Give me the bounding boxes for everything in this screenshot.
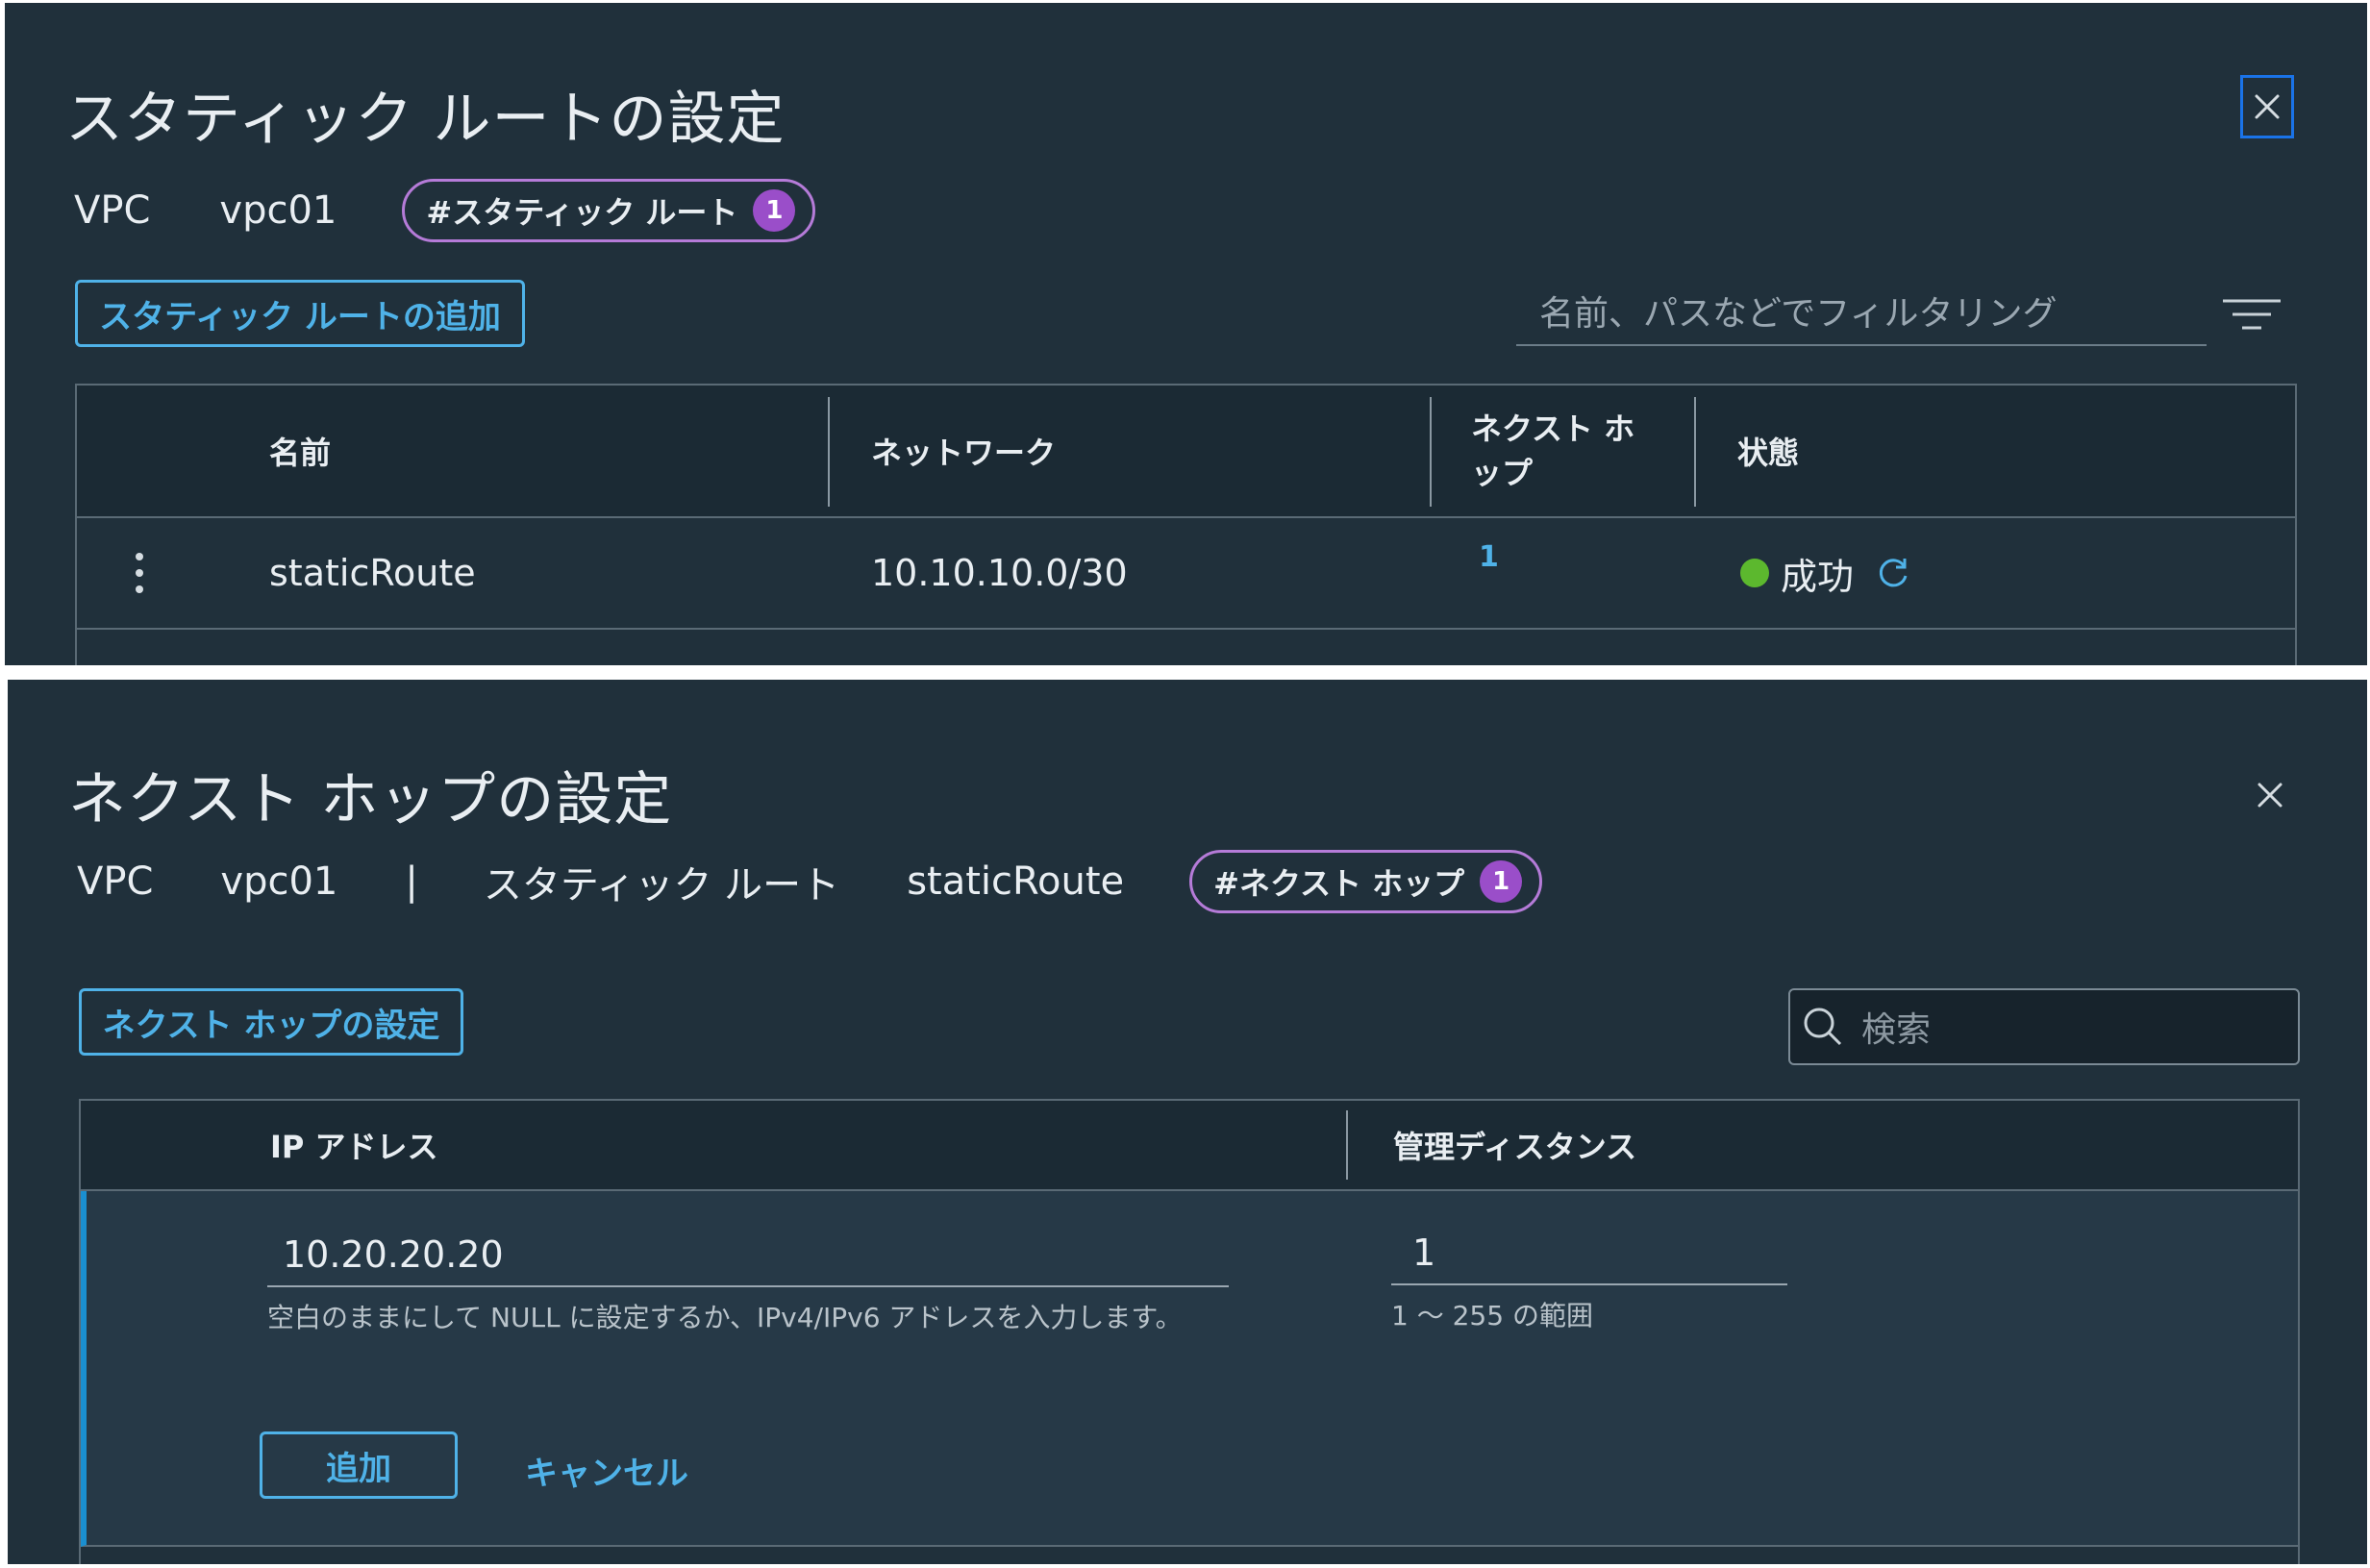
- breadcrumb-vpc-value[interactable]: vpc01: [219, 188, 337, 233]
- static-route-dialog: スタティック ルートの設定 VPC vpc01 #スタティック ルート 1 スタ…: [5, 3, 2367, 665]
- grid-header: IP アドレス 管理ディスタンス: [81, 1101, 2298, 1191]
- badge-count: 1: [1480, 860, 1523, 903]
- breadcrumb: VPC vpc01 #スタティック ルート 1: [74, 177, 816, 244]
- grid-header: 名前 ネットワーク ネクスト ホップ 状態: [77, 386, 2295, 518]
- next-hop-count-badge: #ネクスト ホップ 1: [1189, 850, 1543, 913]
- route-name-cell: staticRoute: [269, 552, 476, 594]
- column-header-admin-distance[interactable]: 管理ディスタンス: [1393, 1101, 1636, 1189]
- status-text: 成功: [1781, 555, 1855, 598]
- search-placeholder: 検索: [1861, 1010, 1932, 1050]
- cancel-link[interactable]: キャンセル: [525, 1447, 688, 1494]
- refresh-icon[interactable]: [1875, 555, 1911, 591]
- breadcrumb-route-label: スタティック ルート: [483, 863, 840, 908]
- filter-input[interactable]: 名前、パスなどでフィルタリング: [1516, 277, 2207, 346]
- route-network-cell: 10.10.10.0/30: [871, 552, 1128, 594]
- edit-row: 10.20.20.20 空白のままにして NULL に設定するか、IPv4/IP…: [81, 1191, 2298, 1547]
- admin-distance-input[interactable]: 1: [1391, 1208, 1787, 1285]
- breadcrumb-vpc-label: VPC: [74, 188, 151, 233]
- dialog-title: ネクスト ホップの設定: [68, 766, 673, 834]
- ip-address-input[interactable]: 10.20.20.20: [267, 1210, 1229, 1287]
- static-route-grid: 名前 ネットワーク ネクスト ホップ 状態 staticRoute 10.10.…: [75, 384, 2297, 665]
- column-divider[interactable]: [1346, 1110, 1348, 1180]
- set-next-hop-button[interactable]: ネクスト ホップの設定: [79, 988, 463, 1056]
- filter-icon[interactable]: [2221, 297, 2283, 332]
- breadcrumb-route-value[interactable]: staticRoute: [907, 859, 1124, 904]
- add-static-route-button[interactable]: スタティック ルートの追加: [75, 280, 525, 347]
- success-dot-icon: [1740, 559, 1769, 587]
- add-button[interactable]: 追加: [260, 1431, 458, 1499]
- search-input[interactable]: 検索: [1788, 988, 2300, 1065]
- close-icon: [2258, 783, 2283, 808]
- column-divider[interactable]: [828, 397, 830, 507]
- breadcrumb-vpc-label: VPC: [77, 859, 154, 904]
- column-divider[interactable]: [1694, 397, 1696, 507]
- column-header-next-hop[interactable]: ネクスト ホップ: [1471, 386, 1654, 516]
- breadcrumb-separator: |: [405, 859, 418, 904]
- badge-label: #スタティック ルート: [426, 194, 738, 231]
- dialog-title: スタティック ルートの設定: [65, 86, 786, 153]
- close-button[interactable]: [2240, 75, 2294, 138]
- admin-distance-hint: 1 〜 255 の範囲: [1391, 1300, 1593, 1332]
- static-route-count-badge: #スタティック ルート 1: [402, 179, 816, 242]
- more-vertical-icon: [136, 553, 143, 593]
- close-button[interactable]: [2243, 768, 2297, 822]
- status-cell: 成功: [1740, 518, 1911, 628]
- column-header-name[interactable]: 名前: [269, 386, 331, 516]
- filter-placeholder: 名前、パスなどでフィルタリング: [1539, 294, 2058, 334]
- next-hop-dialog: ネクスト ホップの設定 VPC vpc01 | スタティック ルート stati…: [8, 680, 2367, 1564]
- breadcrumb-vpc-value[interactable]: vpc01: [220, 859, 337, 904]
- next-hop-count-link[interactable]: 1: [1479, 537, 1499, 576]
- column-header-network[interactable]: ネットワーク: [871, 386, 1056, 516]
- column-header-status[interactable]: 状態: [1737, 386, 1799, 516]
- close-icon: [2255, 94, 2280, 119]
- column-header-ip-address[interactable]: IP アドレス: [270, 1101, 438, 1189]
- badge-count: 1: [753, 189, 796, 232]
- table-row: staticRoute 10.10.10.0/30 1 成功: [77, 518, 2295, 630]
- ip-address-hint: 空白のままにして NULL に設定するか、IPv4/IPv6 アドレスを入力しま…: [267, 1302, 1183, 1333]
- badge-label: #ネクスト ホップ: [1213, 865, 1465, 902]
- search-icon: [1804, 1008, 1842, 1046]
- column-divider[interactable]: [1430, 397, 1432, 507]
- next-hop-grid: IP アドレス 管理ディスタンス 10.20.20.20 空白のままにして NU…: [79, 1099, 2300, 1564]
- breadcrumb: VPC vpc01 | スタティック ルート staticRoute #ネクスト…: [77, 848, 1543, 915]
- row-actions-button[interactable]: [135, 518, 144, 628]
